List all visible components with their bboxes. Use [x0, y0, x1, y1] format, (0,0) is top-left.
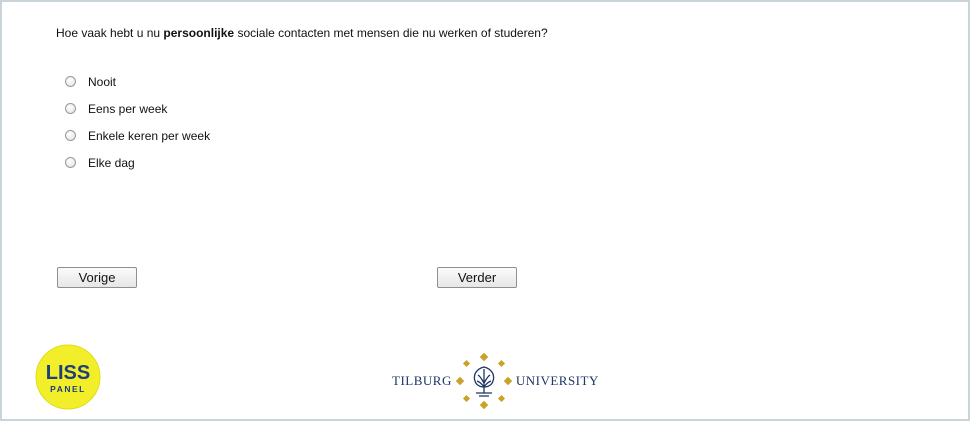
question-emphasis: persoonlijke: [163, 26, 235, 40]
option-enkele-keren-per-week[interactable]: Enkele keren per week: [65, 122, 210, 149]
previous-button[interactable]: Vorige: [57, 267, 137, 288]
option-eens-per-week[interactable]: Eens per week: [65, 95, 210, 122]
option-label: Enkele keren per week: [88, 128, 211, 143]
next-button[interactable]: Verder: [437, 267, 517, 288]
option-label: Elke dag: [88, 155, 135, 170]
liss-logo-line2: PANEL: [50, 384, 86, 394]
answer-options: Nooit Eens per week Enkele keren per wee…: [65, 68, 210, 176]
option-nooit[interactable]: Nooit: [65, 68, 210, 95]
liss-panel-logo: LISS PANEL: [35, 344, 101, 415]
survey-frame: Hoe vaak hebt u nu persoonlijke sociale …: [0, 0, 970, 421]
question-suffix: sociale contacten met mensen die nu werk…: [234, 26, 548, 40]
radio-button[interactable]: [65, 130, 76, 141]
radio-button[interactable]: [65, 103, 76, 114]
tilburg-logo-right: UNIVERSITY: [515, 373, 599, 388]
question-prefix: Hoe vaak hebt u nu: [56, 26, 164, 40]
option-label: Nooit: [88, 74, 117, 89]
option-elke-dag[interactable]: Elke dag: [65, 149, 210, 176]
radio-button[interactable]: [65, 157, 76, 168]
liss-logo-line1: LISS: [46, 362, 90, 384]
radio-button[interactable]: [65, 76, 76, 87]
option-label: Eens per week: [88, 101, 168, 116]
liss-logo-icon: LISS PANEL: [35, 344, 101, 410]
tilburg-logo-left: TILBURG: [392, 373, 452, 388]
question-text: Hoe vaak hebt u nu persoonlijke sociale …: [56, 26, 548, 40]
tilburg-university-logo: TILBURG UNIVERSITY: [392, 353, 599, 409]
tilburg-emblem-icon: [455, 353, 512, 409]
